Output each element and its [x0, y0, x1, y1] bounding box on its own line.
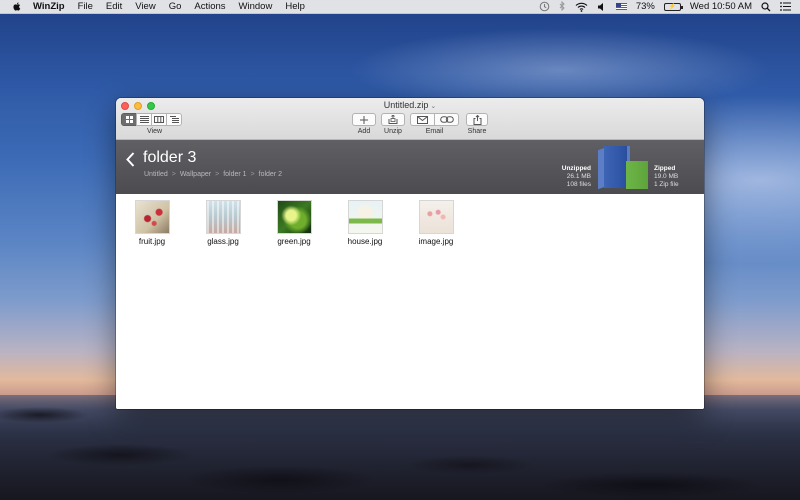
desktop-shore: [0, 395, 800, 500]
plus-icon: [360, 115, 368, 124]
envelope-icon: [417, 115, 428, 124]
share-icon: [473, 114, 481, 125]
view-coverflow-button[interactable]: [166, 113, 182, 126]
unzip-icon: [388, 115, 398, 124]
email-tool: Email: [410, 113, 459, 135]
share-button[interactable]: [466, 113, 488, 126]
window-title[interactable]: Untitled.zip ⌄: [116, 100, 704, 110]
compression-summary: Unzipped 26.1 MB 108 files Zipped 19.0 M…: [554, 140, 694, 194]
menu-app-name[interactable]: WinZip: [33, 1, 65, 12]
file-thumbnail: [276, 200, 312, 234]
current-folder-title: folder 3: [143, 149, 197, 166]
breadcrumb-separator: >: [250, 171, 255, 178]
menu-window[interactable]: Window: [239, 1, 273, 12]
battery-icon[interactable]: ⚡: [663, 2, 683, 11]
view-list-button[interactable]: [136, 113, 152, 126]
view-icons-button[interactable]: [121, 113, 137, 126]
menu-bar: WinZip File Edit View Go Actions Window …: [0, 0, 800, 14]
unzipped-file-count: 108 files: [566, 181, 591, 188]
file-name: house.jpg: [347, 237, 383, 246]
menu-file[interactable]: File: [78, 1, 93, 12]
window-title-text: Untitled.zip: [383, 100, 429, 110]
file-thumbnail: [205, 200, 241, 234]
view-label: View: [147, 128, 163, 135]
back-chevron-icon[interactable]: [126, 152, 135, 167]
file-thumbnail: [134, 200, 170, 234]
add-label: Add: [357, 128, 371, 135]
unzip-button[interactable]: [381, 113, 405, 126]
menu-edit[interactable]: Edit: [106, 1, 122, 12]
file-item[interactable]: image.jpg: [406, 200, 466, 246]
zipped-size: 19.0 MB: [654, 173, 679, 180]
add-tool: Add: [352, 113, 376, 135]
breadcrumb-item-folder-2[interactable]: folder 2: [259, 171, 282, 178]
breadcrumb-separator: >: [215, 171, 220, 178]
wifi-icon[interactable]: [575, 2, 588, 12]
file-item[interactable]: house.jpg: [335, 200, 395, 246]
bluetooth-icon[interactable]: [559, 1, 566, 12]
unzipped-label: Unzipped: [561, 165, 591, 172]
file-grid: fruit.jpg glass.jpg green.jpg house.jpg …: [116, 194, 704, 409]
unzipped-summary: Unzipped 26.1 MB 108 files: [562, 165, 591, 189]
time-machine-icon[interactable]: [539, 1, 550, 12]
file-name: glass.jpg: [207, 237, 239, 246]
zipped-summary: Zipped 19.0 MB 1 Zip file: [654, 165, 679, 189]
columns-icon: [154, 116, 164, 123]
breadcrumb-item-wallpaper[interactable]: Wallpaper: [180, 171, 211, 178]
breadcrumb-item-folder-1[interactable]: folder 1: [223, 171, 246, 178]
path-bar: folder 3 Untitled > Wallpaper > folder 1…: [116, 140, 704, 194]
spotlight-search-icon[interactable]: [761, 1, 771, 12]
apple-icon[interactable]: [11, 1, 23, 12]
file-name: green.jpg: [277, 237, 311, 246]
title-bar[interactable]: Untitled.zip ⌄ View Add Unzip Email Shar…: [116, 98, 704, 140]
file-item[interactable]: green.jpg: [264, 200, 324, 246]
breadcrumb-separator: >: [171, 171, 176, 178]
winzip-window: Untitled.zip ⌄ View Add Unzip Email Shar…: [116, 98, 704, 409]
notification-center-icon[interactable]: [780, 2, 791, 11]
unzip-tool: Unzip: [381, 113, 405, 135]
file-item[interactable]: glass.jpg: [193, 200, 253, 246]
menu-view[interactable]: View: [135, 1, 155, 12]
menu-go[interactable]: Go: [169, 1, 182, 12]
email-button[interactable]: [410, 113, 435, 126]
email-label: Email: [425, 128, 444, 135]
details-list-icon: [169, 116, 179, 123]
link-button[interactable]: [434, 113, 459, 126]
list-icon: [139, 116, 149, 123]
zipped-bar: [626, 161, 648, 189]
menu-help[interactable]: Help: [285, 1, 305, 12]
zipped-label: Zipped: [654, 165, 676, 172]
file-thumbnail: [418, 200, 454, 234]
breadcrumb-item-untitled[interactable]: Untitled: [144, 171, 168, 178]
unzip-label: Unzip: [384, 128, 402, 135]
file-item[interactable]: fruit.jpg: [122, 200, 182, 246]
share-label: Share: [467, 128, 487, 135]
clock[interactable]: Wed 10:50 AM: [690, 1, 752, 12]
link-icon: [439, 116, 454, 123]
view-mode-control: [121, 113, 182, 126]
size-comparison-graphic: [596, 146, 650, 190]
file-thumbnail: [347, 200, 383, 234]
view-columns-button[interactable]: [151, 113, 167, 126]
file-name: fruit.jpg: [138, 237, 166, 246]
menu-actions[interactable]: Actions: [194, 1, 225, 12]
zipped-file-count: 1 Zip file: [654, 181, 679, 188]
grid-icon: [125, 116, 133, 123]
unzipped-size: 26.1 MB: [566, 173, 591, 180]
battery-percent[interactable]: 73%: [636, 1, 655, 12]
title-chevron-down-icon[interactable]: ⌄: [430, 103, 436, 110]
share-tool: Share: [466, 113, 488, 135]
file-name: image.jpg: [418, 237, 454, 246]
volume-icon[interactable]: [597, 2, 607, 12]
status-area: 73% ⚡ Wed 10:50 AM: [539, 1, 800, 12]
breadcrumb: Untitled > Wallpaper > folder 1 > folder…: [144, 171, 282, 178]
add-button[interactable]: [352, 113, 376, 126]
input-source-flag-icon[interactable]: [615, 3, 627, 10]
